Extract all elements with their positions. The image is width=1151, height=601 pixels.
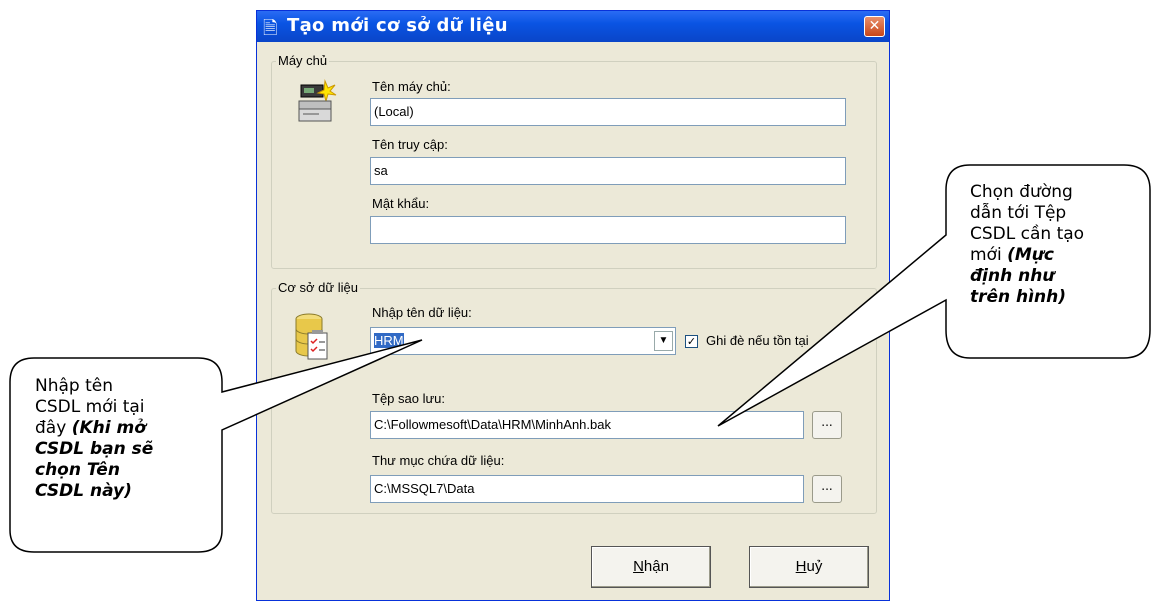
right-callout-line: Chọn đường — [970, 182, 1073, 202]
right-callout-bubble — [717, 164, 1151, 427]
right-callout-line: CSDL cần tạo — [970, 224, 1085, 244]
right-callout-line: trên hình) — [970, 287, 1084, 308]
right-callout-normal: mới — [970, 245, 1008, 265]
right-callout-bold: (Mực — [1007, 245, 1054, 265]
left-callout-text: Nhập tên CSDL mới tại đây (Khi mở CSDL b… — [35, 376, 153, 502]
left-callout-bold: CSDL này) — [35, 481, 132, 501]
left-callout-bold: (Khi mở — [71, 418, 146, 438]
right-callout-line: mới (Mực — [970, 245, 1084, 266]
left-callout-line: CSDL mới tại — [35, 397, 145, 417]
left-callout-normal: đây — [35, 418, 72, 438]
left-callout-line: CSDL bạn sẽ — [35, 439, 153, 460]
right-callout-line: dẫn tới Tệp — [970, 203, 1067, 223]
right-callout-bold: trên hình) — [970, 287, 1066, 307]
right-callout-line: định như — [970, 266, 1084, 287]
left-callout-bold: CSDL bạn sẽ — [35, 439, 154, 459]
left-callout-line: Nhập tên — [35, 376, 114, 396]
left-callout-line: chọn Tên — [35, 460, 153, 481]
left-callout-line: đây (Khi mở — [35, 418, 153, 439]
right-callout-bold: định như — [970, 266, 1055, 286]
left-callout-line: CSDL này) — [35, 481, 153, 502]
left-callout-bold: chọn Tên — [35, 460, 120, 480]
right-callout-text: Chọn đường dẫn tới Tệp CSDL cần tạo mới … — [970, 182, 1084, 308]
